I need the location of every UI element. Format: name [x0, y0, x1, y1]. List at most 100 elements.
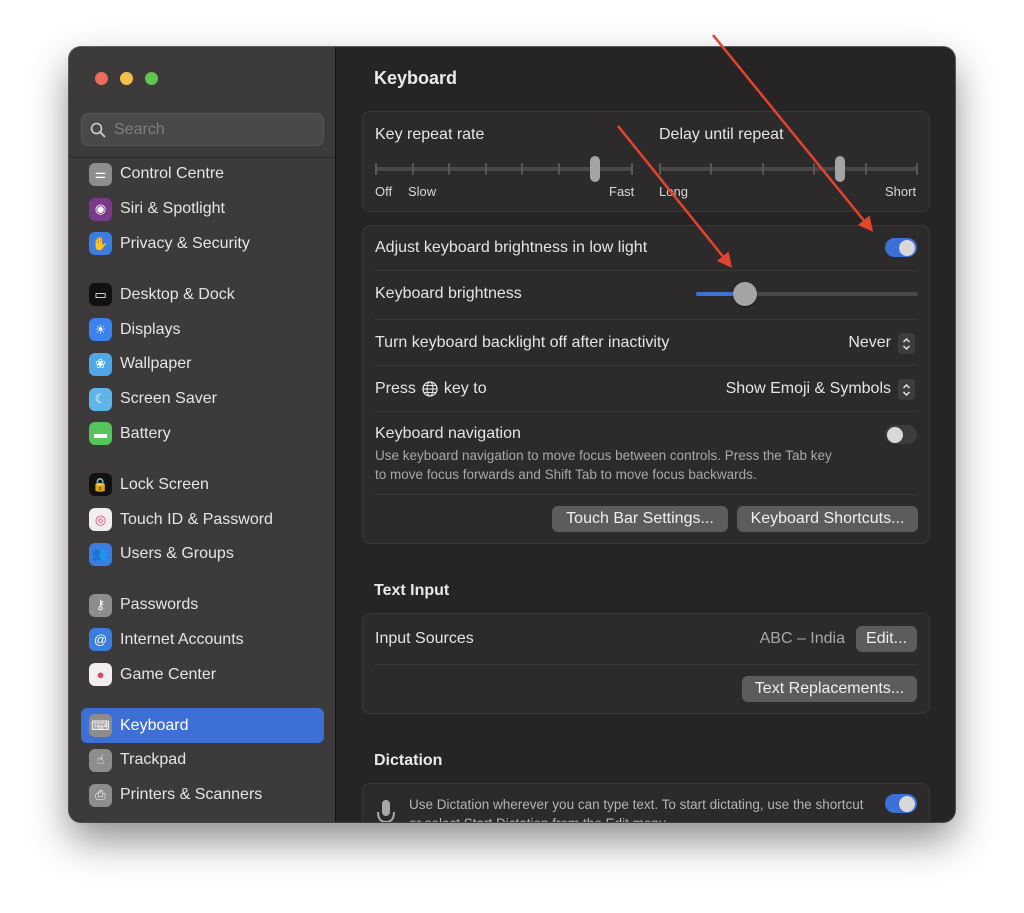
sidebar-nav: ⚌ Control Centre ◉ Siri & Spotlight ✋ Privacy…: [81, 157, 324, 813]
users-icon: 👥: [89, 542, 112, 566]
keyboard-navigation-label: Keyboard navigation: [375, 425, 521, 442]
toggle-knob: [899, 795, 915, 812]
sidebar-item-label: Touch ID & Password: [120, 510, 273, 528]
sidebar-item-label: Wallpaper: [120, 355, 192, 373]
divider: [375, 365, 917, 366]
sidebar-item-internet-accounts[interactable]: @ Internet Accounts: [81, 623, 324, 658]
sidebar-item-passwords[interactable]: ⚷ Passwords: [81, 588, 324, 623]
touch-bar-settings-button[interactable]: Touch Bar Settings...: [552, 506, 728, 532]
backlight-off-popup[interactable]: [898, 333, 915, 354]
sidebar-item-control-centre[interactable]: ⚌ Control Centre: [81, 157, 324, 192]
sidebar-item-touch-id-password[interactable]: ◎ Touch ID & Password: [81, 502, 324, 537]
toggle-knob: [899, 239, 915, 256]
microphone-icon: [377, 800, 395, 822]
delay-short-label: Short: [885, 184, 917, 199]
sidebar-item-displays[interactable]: ☀ Displays: [81, 312, 324, 347]
key-repeat-slider[interactable]: [375, 156, 633, 182]
zoom-button[interactable]: [145, 72, 158, 85]
input-sources-label: Input Sources: [375, 630, 474, 647]
description-line: Use Dictation wherever you can type text…: [409, 797, 864, 812]
fingerprint-icon: ◎: [89, 508, 112, 532]
slider-tick: [375, 163, 377, 175]
sidebar-item-printers-scanners[interactable]: ⎙ Printers & Scanners: [81, 778, 324, 813]
lock-icon: 🔒: [89, 473, 112, 497]
slider-tick: [916, 163, 918, 175]
dock-icon: ▭: [89, 283, 112, 307]
delay-repeat-slider[interactable]: [659, 156, 918, 182]
search-field[interactable]: [81, 113, 324, 146]
slider-tick: [411, 163, 414, 175]
slider-tick: [864, 163, 867, 175]
siri-icon: ◉: [89, 197, 112, 221]
slider-track: [659, 167, 918, 171]
sidebar-item-label: Privacy & Security: [120, 234, 250, 252]
keyboard-brightness-slider[interactable]: [696, 281, 918, 307]
press-key-popup[interactable]: [898, 379, 915, 400]
battery-icon: ▬: [89, 422, 112, 446]
slider-thumb[interactable]: [834, 156, 845, 182]
sidebar-item-lock-screen[interactable]: 🔒 Lock Screen: [81, 467, 324, 502]
press-key-value[interactable]: Show Emoji & Symbols: [726, 380, 891, 398]
sidebar-item-label: Internet Accounts: [120, 630, 244, 648]
dictation-card: Use Dictation wherever you can type text…: [362, 783, 930, 822]
dictation-description: Use Dictation wherever you can type text…: [409, 795, 863, 822]
key-to-label-text: key to: [443, 380, 487, 397]
keyboard-shortcuts-button[interactable]: Keyboard Shortcuts...: [737, 506, 918, 532]
sidebar-item-privacy-security[interactable]: ✋ Privacy & Security: [81, 227, 324, 262]
sidebar-item-keyboard[interactable]: ⌨ Keyboard: [81, 708, 324, 743]
backlight-off-value[interactable]: Never: [848, 334, 891, 352]
search-icon: [90, 122, 106, 137]
sidebar-item-siri-spotlight[interactable]: ◉ Siri & Spotlight: [81, 192, 324, 227]
sidebar-item-label: Displays: [120, 320, 181, 338]
input-sources-value: ABC – India: [759, 630, 845, 647]
delay-long-label: Long: [659, 184, 688, 199]
sidebar-item-wallpaper[interactable]: ❀ Wallpaper: [81, 347, 324, 382]
close-button[interactable]: [95, 72, 108, 85]
backlight-off-label: Turn keyboard backlight off after inacti…: [375, 334, 670, 351]
sidebar-item-trackpad[interactable]: ☝ Trackpad: [81, 743, 324, 778]
trackpad-icon: ☝: [89, 748, 112, 772]
press-label-text: Press: [375, 380, 416, 397]
press-key-label: Press key to: [375, 380, 487, 398]
description-line: or select Start Dictation from the Edit …: [409, 814, 863, 822]
sidebar-item-label: Trackpad: [120, 751, 187, 769]
content-pane: Keyboard Key repeat rate Off Slow Fast D…: [337, 47, 955, 822]
key-repeat-off-label: Off: [375, 184, 393, 199]
search-input[interactable]: [114, 120, 314, 139]
up-down-chevron-icon: [902, 383, 911, 396]
text-input-heading: Text Input: [374, 582, 450, 599]
nav-group-gap: [81, 692, 324, 708]
sidebar-item-label: Battery: [120, 424, 171, 442]
sidebar-item-users-groups[interactable]: 👥 Users & Groups: [81, 537, 324, 572]
sidebar-item-desktop-dock[interactable]: ▭ Desktop & Dock: [81, 277, 324, 312]
slider-tick: [521, 163, 524, 175]
sidebar-item-label: Siri & Spotlight: [120, 200, 225, 218]
adjust-brightness-toggle[interactable]: [885, 238, 917, 257]
sidebar: ⚌ Control Centre ◉ Siri & Spotlight ✋ Privacy…: [69, 47, 336, 822]
key-repeat-label: Key repeat rate: [375, 126, 485, 143]
key-repeat-fast-label: Fast: [609, 184, 635, 199]
sidebar-item-battery[interactable]: ▬ Battery: [81, 417, 324, 452]
dictation-heading: Dictation: [374, 752, 443, 769]
edit-input-sources-button[interactable]: Edit...: [856, 626, 917, 652]
nav-group-gap: [81, 261, 324, 277]
page-title: Keyboard: [374, 68, 458, 88]
key-icon: ⚷: [89, 593, 112, 617]
sidebar-item-label: Control Centre: [120, 165, 225, 183]
text-replacements-button[interactable]: Text Replacements...: [742, 676, 917, 702]
minimize-button[interactable]: [120, 72, 133, 85]
keyboard-navigation-toggle[interactable]: [885, 425, 917, 444]
sidebar-item-label: Lock Screen: [120, 475, 209, 493]
screen-saver-icon: ☾: [89, 387, 112, 411]
keyboard-brightness-label: Keyboard brightness: [375, 285, 522, 302]
slider-thumb[interactable]: [590, 156, 601, 182]
slider-thumb[interactable]: [732, 282, 757, 306]
divider: [375, 411, 917, 412]
slider-tick: [484, 163, 487, 175]
toggle-knob: [887, 426, 903, 443]
dictation-toggle[interactable]: [885, 794, 917, 813]
sidebar-item-game-center[interactable]: ● Game Center: [81, 657, 324, 692]
description-line: to move focus forwards and Shift Tab to …: [375, 467, 757, 482]
divider: [375, 664, 917, 665]
sidebar-item-screen-saver[interactable]: ☾ Screen Saver: [81, 382, 324, 417]
